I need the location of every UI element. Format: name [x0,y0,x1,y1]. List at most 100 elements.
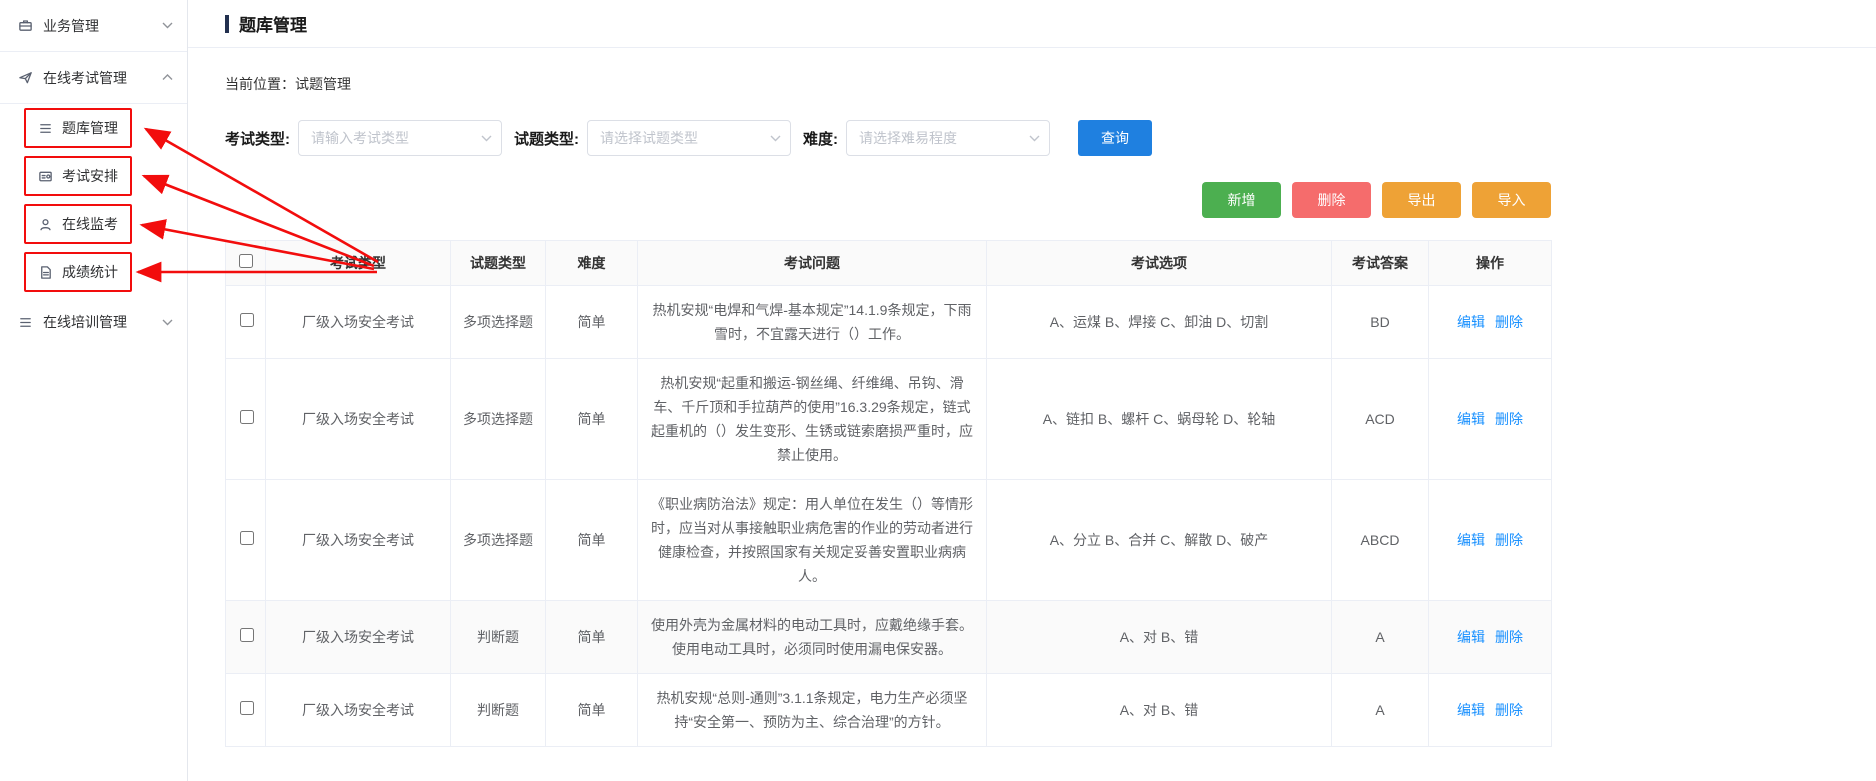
page-title: 题库管理 [239,11,307,36]
cell-question-type: 判断题 [451,601,546,674]
breadcrumb: 当前位置：试题管理 [225,74,1551,94]
column-header-difficulty: 难度 [546,241,638,286]
page-header: 题库管理 [188,0,1876,48]
cell-answer: A [1332,674,1429,747]
cell-options: A、对 B、错 [987,674,1332,747]
cell-difficulty: 简单 [546,359,638,480]
main-area: 题库管理 当前位置：试题管理 考试类型: 试题类型: [188,0,1876,781]
edit-link[interactable]: 编辑 [1457,702,1485,718]
select-all-cell [226,241,266,286]
annotation-box: 成绩统计 [24,252,132,292]
cell-options: A、对 B、错 [987,601,1332,674]
question-table: 考试类型 试题类型 难度 考试问题 考试选项 考试答案 操作 厂级入场安全考试 … [225,240,1552,747]
list-icon [38,121,53,136]
column-header-exam-type: 考试类型 [266,241,451,286]
user-icon [38,217,53,232]
edit-link[interactable]: 编辑 [1457,314,1485,330]
cell-question: 热机安规“电焊和气焊-基本规定”14.1.9条规定，下雨雪时，不宜露天进行（）工… [638,286,987,359]
cell-question-type: 多项选择题 [451,480,546,601]
exam-type-select[interactable] [298,120,502,156]
id-card-icon [38,169,53,184]
send-icon [18,70,33,85]
filter-label-question-type: 试题类型: [514,128,579,149]
app-layout: 业务管理 在线考试管理 题库管理 [0,0,1876,781]
sidebar-item-label: 在线培训管理 [43,312,127,332]
annotation-box: 题库管理 [24,108,132,148]
table-row: 厂级入场安全考试 多项选择题 简单 《职业病防治法》规定：用人单位在发生（）等情… [226,480,1552,601]
row-checkbox[interactable] [240,701,254,715]
exam-type-input[interactable] [298,120,502,156]
cell-exam-type: 厂级入场安全考试 [266,359,451,480]
table-row: 厂级入场安全考试 多项选择题 简单 热机安规“电焊和气焊-基本规定”14.1.9… [226,286,1552,359]
row-checkbox[interactable] [240,628,254,642]
delete-link[interactable]: 删除 [1495,629,1523,645]
column-header-answer: 考试答案 [1332,241,1429,286]
cell-question: 热机安规“起重和搬运-钢丝绳、纤维绳、吊钩、滑车、千斤顶和手拉葫芦的使用”16.… [638,359,987,480]
cell-question-type: 判断题 [451,674,546,747]
cell-difficulty: 简单 [546,601,638,674]
content: 当前位置：试题管理 考试类型: 试题类型: 难度: [188,74,1551,747]
cell-answer: ACD [1332,359,1429,480]
delete-link[interactable]: 删除 [1495,702,1523,718]
annotation-box: 在线监考 [24,204,132,244]
sidebar-item-online-training-management[interactable]: 在线培训管理 [0,296,187,348]
table-actions: 新增 删除 导出 导入 [225,182,1551,218]
document-icon [38,265,53,280]
difficulty-input[interactable] [846,120,1050,156]
edit-link[interactable]: 编辑 [1457,532,1485,548]
cell-question: 《职业病防治法》规定：用人单位在发生（）等情形时，应当对从事接触职业病危害的作业… [638,480,987,601]
table-row: 厂级入场安全考试 判断题 简单 热机安规“总则-通则”3.1.1条规定，电力生产… [226,674,1552,747]
title-accent-bar [225,15,229,33]
delete-link[interactable]: 删除 [1495,532,1523,548]
row-checkbox[interactable] [240,410,254,424]
cell-answer: ABCD [1332,480,1429,601]
question-type-select[interactable] [587,120,791,156]
table-row: 厂级入场安全考试 多项选择题 简单 热机安规“起重和搬运-钢丝绳、纤维绳、吊钩、… [226,359,1552,480]
cell-operations: 编辑删除 [1429,359,1552,480]
chevron-down-icon [162,319,173,326]
question-type-input[interactable] [587,120,791,156]
cell-operations: 编辑删除 [1429,601,1552,674]
row-checkbox[interactable] [240,313,254,327]
table-row: 厂级入场安全考试 判断题 简单 使用外壳为金属材料的电动工具时，应戴绝缘手套。使… [226,601,1552,674]
add-button[interactable]: 新增 [1202,182,1281,218]
row-checkbox[interactable] [240,531,254,545]
import-button[interactable]: 导入 [1472,182,1551,218]
annotation-box: 考试安排 [24,156,132,196]
cell-question: 热机安规“总则-通则”3.1.1条规定，电力生产必须坚持“安全第一、预防为主、综… [638,674,987,747]
cell-options: A、链扣 B、螺杆 C、蜗母轮 D、轮轴 [987,359,1332,480]
filter-label-exam-type: 考试类型: [225,128,290,149]
cell-options: A、分立 B、合并 C、解散 D、破产 [987,480,1332,601]
sidebar-item-question-bank-management[interactable]: 题库管理 [0,104,187,152]
sidebar-item-exam-schedule[interactable]: 考试安排 [0,152,187,200]
filter-label-difficulty: 难度: [803,128,838,149]
breadcrumb-value: 试题管理 [295,76,351,92]
cell-exam-type: 厂级入场安全考试 [266,286,451,359]
cell-exam-type: 厂级入场安全考试 [266,480,451,601]
query-button[interactable]: 查询 [1078,120,1152,156]
cell-operations: 编辑删除 [1429,480,1552,601]
delete-link[interactable]: 删除 [1495,314,1523,330]
cell-answer: BD [1332,286,1429,359]
table-header-row: 考试类型 试题类型 难度 考试问题 考试选项 考试答案 操作 [226,241,1552,286]
cell-answer: A [1332,601,1429,674]
cell-options: A、运煤 B、焊接 C、卸油 D、切割 [987,286,1332,359]
edit-link[interactable]: 编辑 [1457,629,1485,645]
sidebar-item-online-exam-management[interactable]: 在线考试管理 [0,52,187,104]
cell-exam-type: 厂级入场安全考试 [266,674,451,747]
delete-link[interactable]: 删除 [1495,411,1523,427]
cell-question: 使用外壳为金属材料的电动工具时，应戴绝缘手套。使用电动工具时，必须同时使用漏电保… [638,601,987,674]
cell-operations: 编辑删除 [1429,286,1552,359]
difficulty-select[interactable] [846,120,1050,156]
sidebar-item-business-management[interactable]: 业务管理 [0,0,187,52]
cell-operations: 编辑删除 [1429,674,1552,747]
cell-exam-type: 厂级入场安全考试 [266,601,451,674]
edit-link[interactable]: 编辑 [1457,411,1485,427]
sidebar-item-online-proctoring[interactable]: 在线监考 [0,200,187,248]
export-button[interactable]: 导出 [1382,182,1461,218]
select-all-checkbox[interactable] [239,254,253,268]
sidebar-item-label: 在线考试管理 [43,68,127,88]
delete-button[interactable]: 删除 [1292,182,1371,218]
sidebar-item-score-statistics[interactable]: 成绩统计 [0,248,187,296]
column-header-options: 考试选项 [987,241,1332,286]
